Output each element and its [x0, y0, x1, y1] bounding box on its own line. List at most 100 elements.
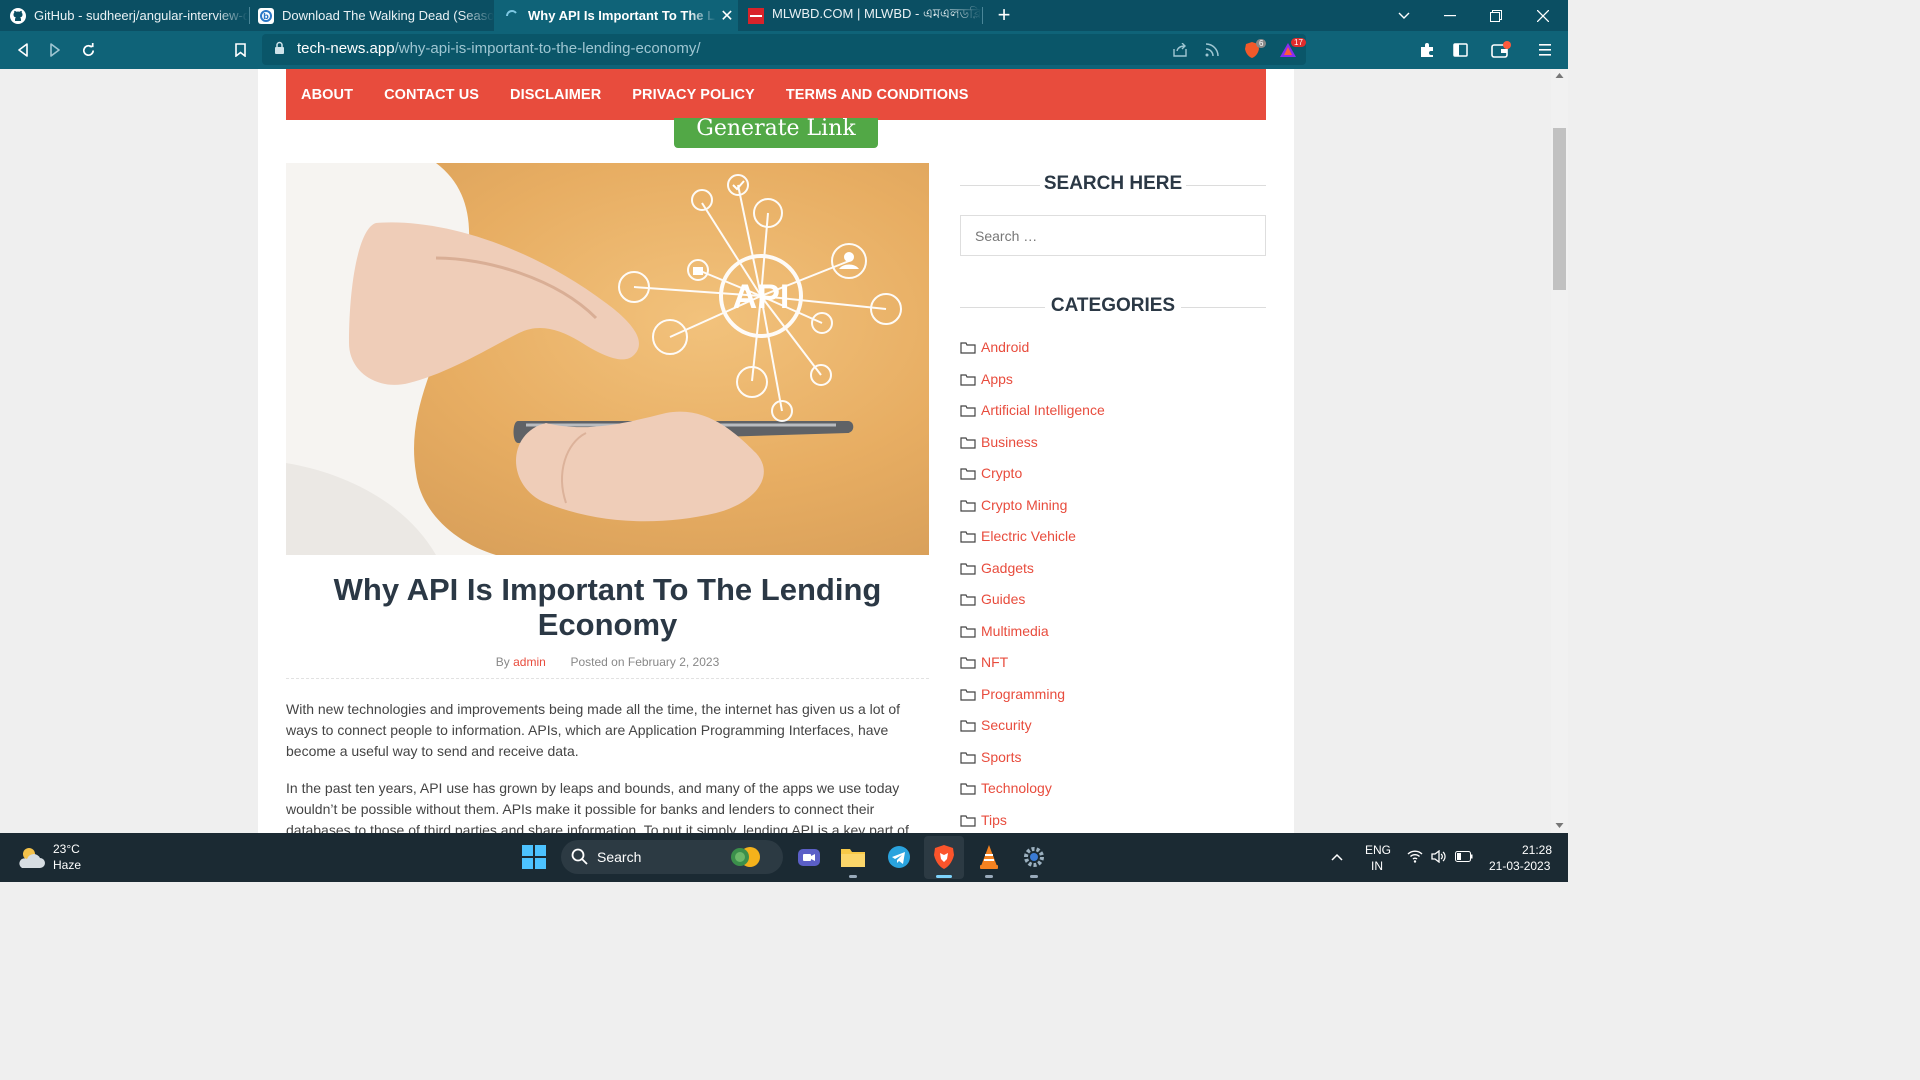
category-link[interactable]: Sports	[981, 749, 1021, 765]
nav-contact-us[interactable]: CONTACT US	[384, 87, 479, 103]
tab-github[interactable]: GitHub - sudheerj/angular-interview-q	[0, 0, 248, 31]
category-item[interactable]: Sports	[960, 747, 1021, 767]
loading-icon	[504, 8, 520, 24]
category-item[interactable]: Programming	[960, 684, 1065, 704]
close-window-icon[interactable]	[1520, 0, 1566, 31]
brave-rewards-icon[interactable]: 17	[1275, 31, 1306, 69]
category-link[interactable]: Security	[981, 717, 1032, 733]
minimize-icon[interactable]	[1427, 0, 1473, 31]
menu-icon[interactable]	[1530, 31, 1560, 69]
lock-icon[interactable]	[274, 41, 285, 60]
tab-mlwbd[interactable]: MLWBD.COM | MLWBD - এমএলডব্লিউ	[738, 0, 982, 31]
category-link[interactable]: Multimedia	[981, 623, 1049, 639]
clock-date[interactable]: 21-03-2023	[1489, 859, 1550, 873]
primary-nav: ABOUT CONTACT US DISCLAIMER PRIVACY POLI…	[286, 69, 1266, 120]
url-text[interactable]: tech-news.app/why-api-is-important-to-th…	[297, 40, 701, 57]
folder-icon	[960, 625, 976, 638]
svg-text:b: b	[263, 12, 269, 21]
nav-terms-and-conditions[interactable]: TERMS AND CONDITIONS	[786, 87, 969, 103]
weather-temp: 23°C	[53, 842, 80, 856]
new-tab-button[interactable]: +	[992, 2, 1016, 28]
bookmark-icon[interactable]	[225, 31, 255, 69]
scroll-up-icon[interactable]	[1555, 72, 1564, 79]
sidebar-toggle-icon[interactable]	[1445, 31, 1475, 69]
settings-icon[interactable]	[1018, 841, 1050, 873]
category-item[interactable]: Multimedia	[960, 621, 1049, 641]
category-link[interactable]: Technology	[981, 780, 1052, 796]
scroll-down-icon[interactable]	[1555, 822, 1564, 829]
category-item[interactable]: Technology	[960, 778, 1052, 798]
nav-privacy-policy[interactable]: PRIVACY POLICY	[632, 87, 755, 103]
wallet-icon[interactable]	[1486, 31, 1516, 69]
category-item[interactable]: Apps	[960, 369, 1013, 389]
category-link[interactable]: NFT	[981, 654, 1008, 670]
close-tab-icon[interactable]: ✕	[716, 6, 738, 26]
tab-title: Download The Walking Dead (Season	[282, 8, 494, 23]
folder-icon	[960, 656, 976, 669]
folder-icon	[960, 499, 976, 512]
telegram-icon[interactable]	[883, 841, 915, 873]
category-link[interactable]: Guides	[981, 591, 1025, 607]
category-item[interactable]: Gadgets	[960, 558, 1034, 578]
author-link[interactable]: admin	[513, 655, 546, 669]
category-item[interactable]: Business	[960, 432, 1038, 452]
site-b-icon: b	[258, 7, 274, 24]
categories-widget-label: CATEGORIES	[1050, 295, 1176, 316]
clock-time[interactable]: 21:28	[1522, 843, 1552, 857]
weather-icon[interactable]	[16, 842, 48, 874]
category-link[interactable]: Crypto Mining	[981, 497, 1067, 513]
volume-icon[interactable]	[1431, 850, 1446, 863]
url-domain: tech-news.app	[297, 40, 395, 57]
language-top[interactable]: ENG	[1365, 843, 1391, 857]
category-item[interactable]: Crypto	[960, 463, 1022, 483]
category-link[interactable]: Artificial Intelligence	[981, 402, 1105, 418]
meet-icon[interactable]	[793, 841, 825, 873]
start-icon[interactable]	[518, 841, 550, 873]
active-indicator	[936, 875, 952, 878]
category-link[interactable]: Crypto	[981, 465, 1022, 481]
category-item[interactable]: NFT	[960, 652, 1008, 672]
file-explorer-icon[interactable]	[837, 841, 869, 873]
category-link[interactable]: Programming	[981, 686, 1065, 702]
extensions-icon[interactable]	[1412, 31, 1442, 69]
tray-chevron-icon[interactable]	[1331, 853, 1343, 861]
category-link[interactable]: Apps	[981, 371, 1013, 387]
forward-icon[interactable]	[40, 31, 70, 69]
category-link[interactable]: Tips	[981, 812, 1007, 828]
wifi-icon[interactable]	[1407, 850, 1423, 863]
sidebar-search-input[interactable]: Search …	[960, 215, 1266, 256]
category-link[interactable]: Business	[981, 434, 1038, 450]
categories-widget-title: CATEGORIES	[960, 295, 1266, 317]
scrollbar-thumb[interactable]	[1553, 128, 1566, 290]
nav-about[interactable]: ABOUT	[301, 87, 353, 103]
mlwbd-icon	[748, 7, 764, 24]
category-link[interactable]: Android	[981, 339, 1029, 355]
share-icon[interactable]	[1165, 31, 1195, 69]
tab-search-chevron-icon[interactable]	[1381, 0, 1427, 31]
brave-icon[interactable]	[928, 841, 960, 873]
nav-disclaimer[interactable]: DISCLAIMER	[510, 87, 601, 103]
folder-icon	[960, 436, 976, 449]
vlc-icon[interactable]	[973, 841, 1005, 873]
battery-icon[interactable]	[1455, 851, 1473, 862]
category-link[interactable]: Electric Vehicle	[981, 528, 1076, 544]
category-link[interactable]: Gadgets	[981, 560, 1034, 576]
brave-shields-icon[interactable]: 6	[1239, 31, 1267, 69]
category-item[interactable]: Crypto Mining	[960, 495, 1067, 515]
tab-walking-dead[interactable]: b Download The Walking Dead (Season	[248, 0, 494, 31]
category-item[interactable]: Electric Vehicle	[960, 526, 1076, 546]
tab-api-article[interactable]: Why API Is Important To The Lend ✕	[494, 0, 738, 31]
search-widget-title: SEARCH HERE	[960, 173, 1266, 195]
category-item[interactable]: Guides	[960, 589, 1025, 609]
restore-icon[interactable]	[1473, 0, 1519, 31]
language-bottom[interactable]: IN	[1371, 859, 1383, 873]
back-icon[interactable]	[8, 31, 38, 69]
reload-icon[interactable]	[73, 31, 103, 69]
rss-icon[interactable]	[1197, 31, 1227, 69]
generate-link-button[interactable]: Generate Link	[674, 118, 878, 148]
category-item[interactable]: Android	[960, 337, 1029, 357]
category-item[interactable]: Artificial Intelligence	[960, 400, 1105, 420]
category-item[interactable]: Security	[960, 715, 1032, 735]
category-item[interactable]: Tips	[960, 810, 1007, 830]
running-indicator	[985, 875, 993, 878]
